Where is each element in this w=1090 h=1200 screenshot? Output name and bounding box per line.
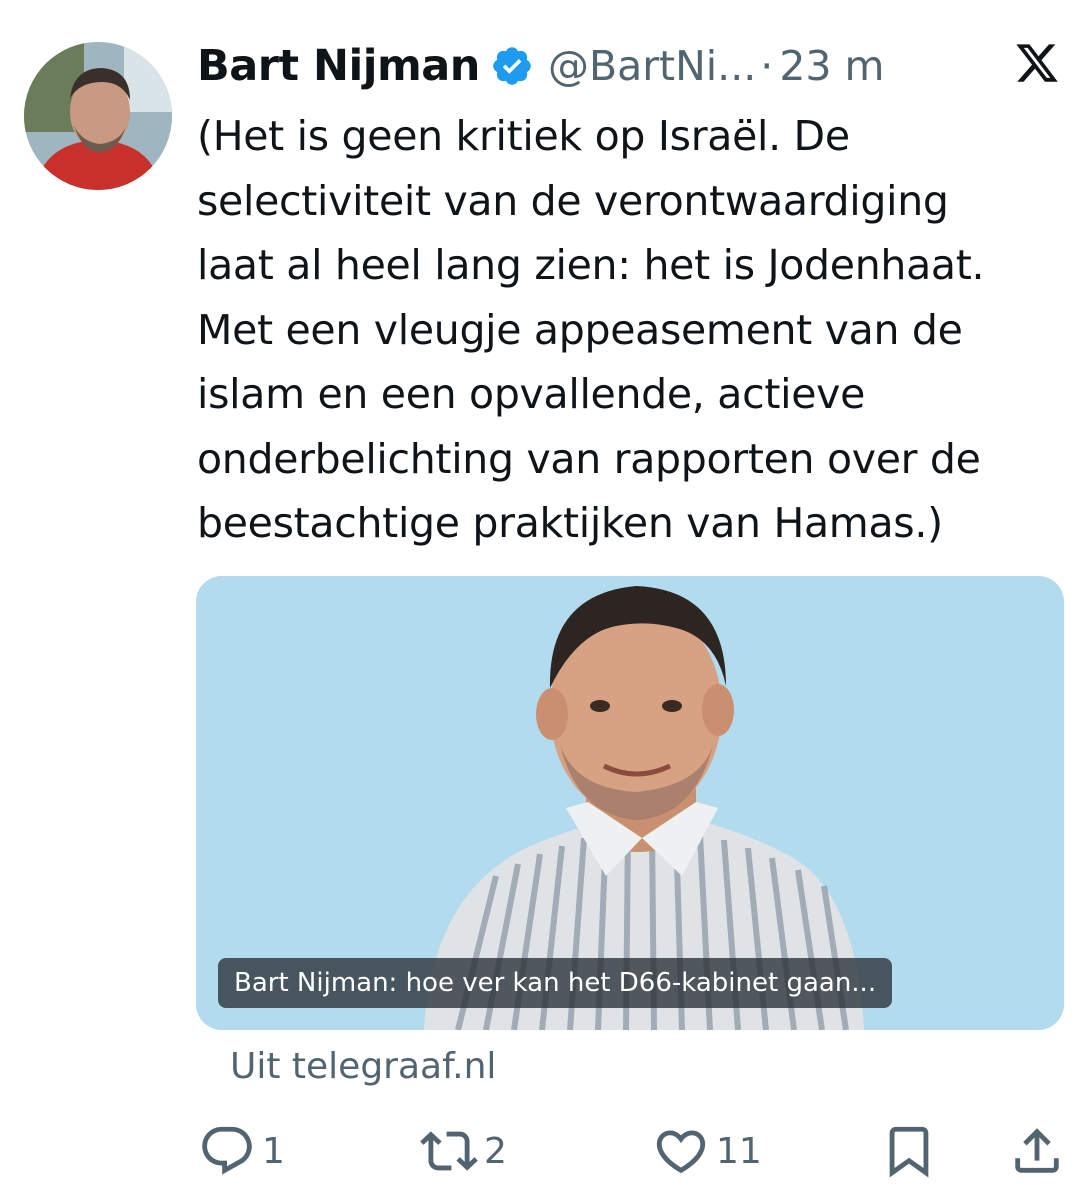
tweet-text-line: (Het is geen kritiek op Israël. De xyxy=(197,112,850,160)
avatar-photo xyxy=(24,42,172,190)
tweet-header: Bart Nijman @BartNi... · 23 m xyxy=(197,36,884,96)
tweet-text: (Het is geen kritiek op Israël. De selec… xyxy=(197,104,1077,556)
tweet-text-line: beestachtige praktijken van Hamas.) xyxy=(197,499,943,547)
author-avatar[interactable] xyxy=(24,42,172,190)
author-name[interactable]: Bart Nijman xyxy=(197,41,480,91)
heart-icon xyxy=(656,1130,706,1174)
tweet-text-line: islam en een opvallende, actieve xyxy=(197,370,866,418)
verified-badge-icon xyxy=(490,44,534,88)
separator-dot: · xyxy=(760,42,774,90)
tweet-timestamp[interactable]: 23 m xyxy=(779,42,884,90)
reply-button[interactable]: 1 xyxy=(198,1120,285,1182)
tweet-actions: 1 2 11 xyxy=(0,1120,1090,1182)
tweet-text-line: laat al heel lang zien: het is Jodenhaat… xyxy=(197,241,985,289)
retweet-count: 2 xyxy=(484,1130,507,1172)
reply-count: 1 xyxy=(262,1130,285,1172)
bookmark-icon xyxy=(889,1126,929,1178)
link-card-title: Bart Nijman: hoe ver kan het D66-kabinet… xyxy=(218,958,893,1008)
like-button[interactable]: 11 xyxy=(652,1120,762,1182)
share-icon xyxy=(1015,1128,1059,1173)
link-card[interactable]: Bart Nijman: hoe ver kan het D66-kabinet… xyxy=(196,576,1064,1030)
tweet-text-line: onderbelichting van rapporten over de xyxy=(197,434,981,483)
like-count: 11 xyxy=(716,1130,762,1172)
reply-icon xyxy=(202,1126,252,1175)
tweet-text-line: Met een vleugje appeasement van de xyxy=(197,305,963,354)
share-button[interactable] xyxy=(1008,1120,1066,1182)
author-handle[interactable]: @BartNi... xyxy=(548,42,756,90)
bookmark-button[interactable] xyxy=(880,1120,938,1182)
retweet-button[interactable]: 2 xyxy=(420,1120,507,1182)
tweet-text-line: selectiviteit van de verontwaardiging xyxy=(197,176,949,225)
link-source[interactable]: Uit telegraaf.nl xyxy=(230,1046,496,1087)
x-logo-icon[interactable] xyxy=(1014,40,1060,86)
retweet-icon xyxy=(420,1131,478,1171)
